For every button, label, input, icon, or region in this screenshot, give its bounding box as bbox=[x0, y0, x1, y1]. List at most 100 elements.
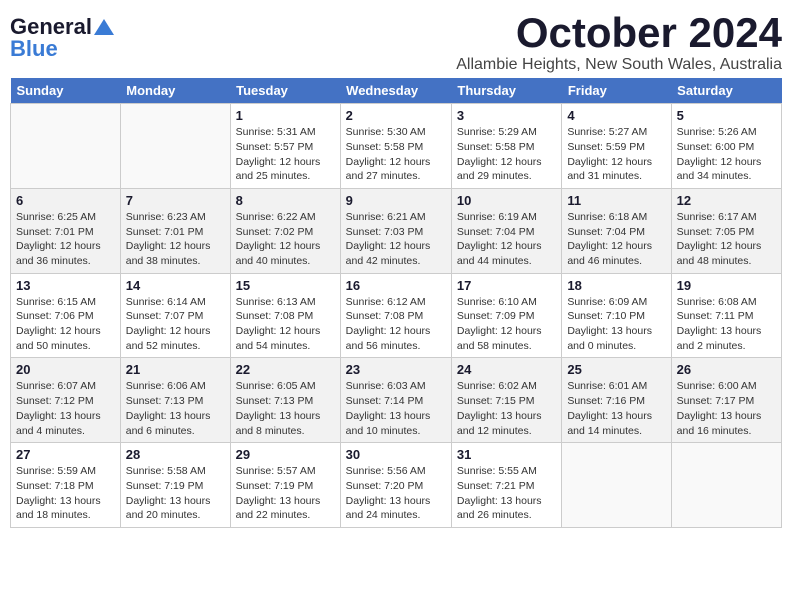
day-number: 14 bbox=[126, 278, 225, 293]
calendar-cell: 22Sunrise: 6:05 AM Sunset: 7:13 PM Dayli… bbox=[230, 358, 340, 443]
calendar-header: SundayMondayTuesdayWednesdayThursdayFrid… bbox=[11, 78, 782, 104]
calendar-cell: 8 Sunrise: 6:22 AM Sunset: 7:02 PM Daylig… bbox=[230, 188, 340, 273]
day-info: Sunrise: 5:31 AM Sunset: 5:57 PM Dayligh… bbox=[236, 125, 335, 184]
day-info: Sunrise: 6:10 AM Sunset: 7:09 PM Dayligh… bbox=[457, 295, 556, 354]
day-number: 7 bbox=[126, 193, 225, 208]
day-number: 6 bbox=[16, 193, 115, 208]
day-number: 16 bbox=[346, 278, 446, 293]
calendar-cell: 12 Sunrise: 6:17 AM Sunset: 7:05 PM Dayli… bbox=[671, 188, 781, 273]
day-info: Sunrise: 5:55 AM Sunset: 7:21 PM Dayligh… bbox=[457, 464, 556, 523]
weekday-header-wednesday: Wednesday bbox=[340, 78, 451, 104]
calendar-cell: 5 Sunrise: 5:26 AM Sunset: 6:00 PM Daylig… bbox=[671, 104, 781, 189]
day-number: 21 bbox=[126, 362, 225, 377]
day-number: 29 bbox=[236, 447, 335, 462]
calendar-cell: 23Sunrise: 6:03 AM Sunset: 7:14 PM Dayli… bbox=[340, 358, 451, 443]
calendar-cell: 2 Sunrise: 5:30 AM Sunset: 5:58 PM Daylig… bbox=[340, 104, 451, 189]
day-info: Sunrise: 6:00 AM Sunset: 7:17 PM Dayligh… bbox=[677, 379, 776, 438]
day-info: Sunrise: 6:22 AM Sunset: 7:02 PM Dayligh… bbox=[236, 210, 335, 269]
calendar-cell: 26 Sunrise: 6:00 AM Sunset: 7:17 PM Dayli… bbox=[671, 358, 781, 443]
calendar-cell: 13 Sunrise: 6:15 AM Sunset: 7:06 PM Dayli… bbox=[11, 273, 121, 358]
day-number: 9 bbox=[346, 193, 446, 208]
calendar-cell: 28 Sunrise: 5:58 AM Sunset: 7:19 PM Dayli… bbox=[120, 443, 230, 528]
day-info: Sunrise: 6:14 AM Sunset: 7:07 PM Dayligh… bbox=[126, 295, 225, 354]
calendar-cell bbox=[120, 104, 230, 189]
weekday-header-saturday: Saturday bbox=[671, 78, 781, 104]
calendar-cell: 11Sunrise: 6:18 AM Sunset: 7:04 PM Dayli… bbox=[562, 188, 671, 273]
location-title: Allambie Heights, New South Wales, Austr… bbox=[456, 56, 782, 74]
day-info: Sunrise: 6:17 AM Sunset: 7:05 PM Dayligh… bbox=[677, 210, 776, 269]
day-info: Sunrise: 5:56 AM Sunset: 7:20 PM Dayligh… bbox=[346, 464, 446, 523]
calendar-week-row: 6 Sunrise: 6:25 AM Sunset: 7:01 PM Daylig… bbox=[11, 188, 782, 273]
calendar-cell: 25 Sunrise: 6:01 AM Sunset: 7:16 PM Dayli… bbox=[562, 358, 671, 443]
day-number: 8 bbox=[236, 193, 335, 208]
day-info: Sunrise: 6:13 AM Sunset: 7:08 PM Dayligh… bbox=[236, 295, 335, 354]
day-number: 31 bbox=[457, 447, 556, 462]
logo-triangle-icon bbox=[94, 17, 114, 37]
calendar-cell: 1Sunrise: 5:31 AM Sunset: 5:57 PM Daylig… bbox=[230, 104, 340, 189]
day-info: Sunrise: 5:58 AM Sunset: 7:19 PM Dayligh… bbox=[126, 464, 225, 523]
calendar-cell: 15Sunrise: 6:13 AM Sunset: 7:08 PM Dayli… bbox=[230, 273, 340, 358]
day-number: 4 bbox=[567, 108, 665, 123]
calendar-cell: 14 Sunrise: 6:14 AM Sunset: 7:07 PM Dayli… bbox=[120, 273, 230, 358]
logo: General Blue bbox=[10, 10, 114, 62]
day-number: 5 bbox=[677, 108, 776, 123]
calendar-cell: 24 Sunrise: 6:02 AM Sunset: 7:15 PM Dayli… bbox=[451, 358, 561, 443]
day-info: Sunrise: 5:26 AM Sunset: 6:00 PM Dayligh… bbox=[677, 125, 776, 184]
day-number: 13 bbox=[16, 278, 115, 293]
day-info: Sunrise: 5:27 AM Sunset: 5:59 PM Dayligh… bbox=[567, 125, 665, 184]
day-number: 12 bbox=[677, 193, 776, 208]
calendar-cell bbox=[562, 443, 671, 528]
logo-blue-text: Blue bbox=[10, 36, 58, 62]
day-info: Sunrise: 6:07 AM Sunset: 7:12 PM Dayligh… bbox=[16, 379, 115, 438]
day-number: 20 bbox=[16, 362, 115, 377]
calendar-cell bbox=[11, 104, 121, 189]
calendar-week-row: 27 Sunrise: 5:59 AM Sunset: 7:18 PM Dayli… bbox=[11, 443, 782, 528]
day-info: Sunrise: 6:15 AM Sunset: 7:06 PM Dayligh… bbox=[16, 295, 115, 354]
day-number: 10 bbox=[457, 193, 556, 208]
weekday-header-sunday: Sunday bbox=[11, 78, 121, 104]
day-info: Sunrise: 6:02 AM Sunset: 7:15 PM Dayligh… bbox=[457, 379, 556, 438]
calendar-cell: 7 Sunrise: 6:23 AM Sunset: 7:01 PM Daylig… bbox=[120, 188, 230, 273]
page-header: General Blue October 2024 Allambie Heigh… bbox=[10, 10, 782, 74]
calendar-cell: 3Sunrise: 5:29 AM Sunset: 5:58 PM Daylig… bbox=[451, 104, 561, 189]
calendar-cell: 20 Sunrise: 6:07 AM Sunset: 7:12 PM Dayli… bbox=[11, 358, 121, 443]
day-number: 3 bbox=[457, 108, 556, 123]
calendar-week-row: 1Sunrise: 5:31 AM Sunset: 5:57 PM Daylig… bbox=[11, 104, 782, 189]
day-info: Sunrise: 5:59 AM Sunset: 7:18 PM Dayligh… bbox=[16, 464, 115, 523]
calendar-cell: 17Sunrise: 6:10 AM Sunset: 7:09 PM Dayli… bbox=[451, 273, 561, 358]
calendar-cell: 4 Sunrise: 5:27 AM Sunset: 5:59 PM Daylig… bbox=[562, 104, 671, 189]
day-info: Sunrise: 6:08 AM Sunset: 7:11 PM Dayligh… bbox=[677, 295, 776, 354]
day-info: Sunrise: 6:21 AM Sunset: 7:03 PM Dayligh… bbox=[346, 210, 446, 269]
day-number: 27 bbox=[16, 447, 115, 462]
day-info: Sunrise: 6:06 AM Sunset: 7:13 PM Dayligh… bbox=[126, 379, 225, 438]
day-info: Sunrise: 6:18 AM Sunset: 7:04 PM Dayligh… bbox=[567, 210, 665, 269]
weekday-header-monday: Monday bbox=[120, 78, 230, 104]
day-info: Sunrise: 6:19 AM Sunset: 7:04 PM Dayligh… bbox=[457, 210, 556, 269]
month-title: October 2024 bbox=[456, 10, 782, 56]
day-info: Sunrise: 6:23 AM Sunset: 7:01 PM Dayligh… bbox=[126, 210, 225, 269]
day-number: 26 bbox=[677, 362, 776, 377]
weekday-header-row: SundayMondayTuesdayWednesdayThursdayFrid… bbox=[11, 78, 782, 104]
day-number: 23 bbox=[346, 362, 446, 377]
weekday-header-thursday: Thursday bbox=[451, 78, 561, 104]
calendar-cell: 6 Sunrise: 6:25 AM Sunset: 7:01 PM Daylig… bbox=[11, 188, 121, 273]
calendar-cell: 10 Sunrise: 6:19 AM Sunset: 7:04 PM Dayli… bbox=[451, 188, 561, 273]
day-number: 2 bbox=[346, 108, 446, 123]
calendar-cell: 27 Sunrise: 5:59 AM Sunset: 7:18 PM Dayli… bbox=[11, 443, 121, 528]
day-info: Sunrise: 5:30 AM Sunset: 5:58 PM Dayligh… bbox=[346, 125, 446, 184]
day-number: 25 bbox=[567, 362, 665, 377]
day-number: 30 bbox=[346, 447, 446, 462]
day-number: 28 bbox=[126, 447, 225, 462]
calendar-week-row: 20 Sunrise: 6:07 AM Sunset: 7:12 PM Dayli… bbox=[11, 358, 782, 443]
day-info: Sunrise: 6:12 AM Sunset: 7:08 PM Dayligh… bbox=[346, 295, 446, 354]
day-number: 24 bbox=[457, 362, 556, 377]
day-info: Sunrise: 6:01 AM Sunset: 7:16 PM Dayligh… bbox=[567, 379, 665, 438]
calendar-cell: 30 Sunrise: 5:56 AM Sunset: 7:20 PM Dayli… bbox=[340, 443, 451, 528]
weekday-header-tuesday: Tuesday bbox=[230, 78, 340, 104]
calendar-cell: 29Sunrise: 5:57 AM Sunset: 7:19 PM Dayli… bbox=[230, 443, 340, 528]
calendar-cell: 18Sunrise: 6:09 AM Sunset: 7:10 PM Dayli… bbox=[562, 273, 671, 358]
calendar-cell: 16 Sunrise: 6:12 AM Sunset: 7:08 PM Dayli… bbox=[340, 273, 451, 358]
calendar-cell: 19Sunrise: 6:08 AM Sunset: 7:11 PM Dayli… bbox=[671, 273, 781, 358]
calendar-cell: 31 Sunrise: 5:55 AM Sunset: 7:21 PM Dayli… bbox=[451, 443, 561, 528]
day-info: Sunrise: 6:25 AM Sunset: 7:01 PM Dayligh… bbox=[16, 210, 115, 269]
